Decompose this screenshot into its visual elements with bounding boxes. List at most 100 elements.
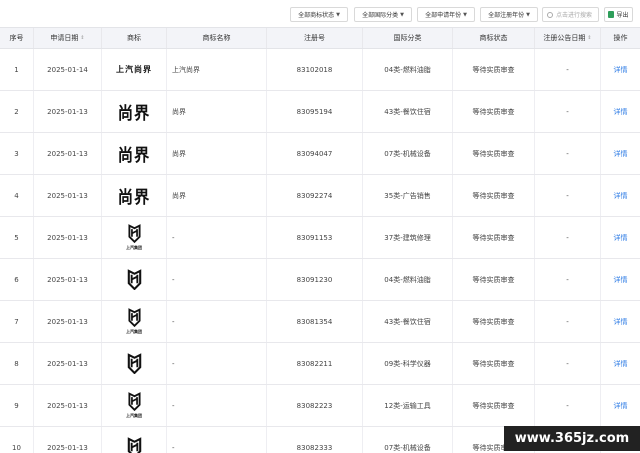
emblem-caption: 上汽集团 — [126, 328, 142, 334]
caret-down-icon: ▼ — [400, 11, 404, 18]
table-row: 2 2025-01-13 尚界 尚界 83095194 43类-餐饮住宿 等待实… — [0, 91, 640, 133]
cell-trademark[interactable]: 尚界 — [102, 175, 167, 216]
cell-registration-number: 83082211 — [267, 343, 363, 384]
cell-action: 详情 — [601, 91, 640, 132]
detail-link[interactable]: 详情 — [614, 191, 628, 201]
watermark: www.365jz.com — [504, 426, 640, 451]
cell-index: 5 — [0, 217, 34, 258]
cell-index: 3 — [0, 133, 34, 174]
cell-trademark-status: 等待实质审查 — [453, 133, 535, 174]
detail-link[interactable]: 详情 — [614, 107, 628, 117]
cell-action: 详情 — [601, 217, 640, 258]
emblem-icon — [126, 308, 143, 328]
cell-application-date: 2025-01-13 — [34, 217, 102, 258]
cell-trademark[interactable] — [102, 343, 167, 384]
cell-trademark[interactable]: 上汽集团 — [102, 301, 167, 342]
detail-link[interactable]: 详情 — [614, 149, 628, 159]
cell-application-date: 2025-01-13 — [34, 427, 102, 453]
cell-publication-date: - — [535, 91, 601, 132]
header-trademark-name: 商标名称 — [167, 28, 267, 48]
table-row: 4 2025-01-13 尚界 尚界 83092274 35类-广告销售 等待实… — [0, 175, 640, 217]
cell-publication-date: - — [535, 49, 601, 90]
cell-action: 详情 — [601, 343, 640, 384]
emblem-caption: 上汽集团 — [126, 244, 142, 250]
cell-trademark[interactable]: 尚界 — [102, 91, 167, 132]
cell-trademark[interactable]: 尚界 — [102, 133, 167, 174]
cell-international-class: 43类-餐饮住宿 — [363, 301, 453, 342]
cell-trademark-status: 等待实质审查 — [453, 91, 535, 132]
cell-action: 详情 — [601, 385, 640, 426]
table-row: 5 2025-01-13 上汽集团 - 83091153 37类-建筑修理 等待… — [0, 217, 640, 259]
cell-trademark[interactable]: 上汽集团 — [102, 385, 167, 426]
filter-label: 全部商标状态 — [298, 12, 335, 19]
detail-link[interactable]: 详情 — [614, 317, 628, 327]
cell-trademark[interactable]: 上汽尚界 — [102, 49, 167, 90]
emblem-icon — [126, 392, 143, 412]
cell-publication-date: - — [535, 133, 601, 174]
cell-publication-date: - — [535, 217, 601, 258]
table-row: 1 2025-01-14 上汽尚界 上汽尚界 83102018 04类-燃料油脂… — [0, 49, 640, 91]
search-input[interactable]: 点击进行搜索 — [542, 7, 599, 22]
header-registration-number: 注册号 — [267, 28, 363, 48]
detail-link[interactable]: 详情 — [614, 401, 628, 411]
cell-action: 详情 — [601, 259, 640, 300]
filter-label: 全部国际分类 — [362, 12, 399, 19]
cell-publication-date: - — [535, 259, 601, 300]
cell-index: 7 — [0, 301, 34, 342]
cell-action: 详情 — [601, 49, 640, 90]
detail-link[interactable]: 详情 — [614, 65, 628, 75]
emblem-icon — [125, 436, 144, 453]
trademark-logo: 上汽集团 — [126, 308, 143, 335]
header-action: 操作 — [613, 34, 628, 42]
detail-link[interactable]: 详情 — [614, 233, 628, 243]
trademark-logo: 尚界 — [117, 146, 151, 166]
table-row: 8 2025-01-13 - 83082211 09类-科学仪器 等待实质审查 … — [0, 343, 640, 385]
registration-year-filter[interactable]: 全部注册年份 ▼ — [480, 7, 538, 22]
cell-international-class: 09类-科学仪器 — [363, 343, 453, 384]
emblem-icon — [125, 268, 144, 291]
cell-index: 1 — [0, 49, 34, 90]
trademark-logo: 上汽集团 — [126, 392, 143, 419]
cell-application-date: 2025-01-13 — [34, 385, 102, 426]
detail-link[interactable]: 详情 — [614, 359, 628, 369]
cell-registration-number: 83095194 — [267, 91, 363, 132]
export-button[interactable]: 导出 — [604, 7, 633, 22]
cell-registration-number: 83091230 — [267, 259, 363, 300]
cell-trademark[interactable]: 上汽集团 — [102, 217, 167, 258]
header-application-date[interactable]: 申请日期 ⇕ — [34, 28, 102, 48]
table-row: 6 2025-01-13 - 83091230 04类-燃料油脂 等待实质审查 … — [0, 259, 640, 301]
excel-icon — [608, 11, 615, 18]
header-trademark: 商标 — [102, 28, 167, 48]
cell-trademark[interactable] — [102, 427, 167, 453]
cell-registration-number: 83091153 — [267, 217, 363, 258]
trademark-logo: 尚界 — [117, 104, 151, 124]
sort-icon: ⇕ — [587, 35, 592, 41]
cell-application-date: 2025-01-13 — [34, 301, 102, 342]
trademark-logo — [125, 268, 144, 291]
cell-index: 9 — [0, 385, 34, 426]
trademark-status-filter[interactable]: 全部商标状态 ▼ — [290, 7, 348, 22]
cell-publication-date: - — [535, 385, 601, 426]
header-index: 序号 — [0, 28, 34, 48]
cell-trademark-name: 上汽尚界 — [167, 49, 267, 90]
sort-icon: ⇕ — [80, 35, 85, 41]
trademark-logo: 上汽集团 — [126, 224, 143, 251]
cell-international-class: 35类-广告销售 — [363, 175, 453, 216]
filter-toolbar: 全部商标状态 ▼ 全部国际分类 ▼ 全部申请年份 ▼ 全部注册年份 ▼ 点击进行搜索 导… — [0, 7, 640, 23]
cell-trademark-status: 等待实质审查 — [453, 175, 535, 216]
international-class-filter[interactable]: 全部国际分类 ▼ — [354, 7, 412, 22]
emblem-icon — [125, 352, 144, 375]
cell-trademark-name: 尚界 — [167, 91, 267, 132]
cell-action: 详情 — [601, 301, 640, 342]
search-placeholder: 点击进行搜索 — [556, 12, 593, 19]
detail-link[interactable]: 详情 — [614, 275, 628, 285]
cell-registration-number: 83102018 — [267, 49, 363, 90]
application-year-filter[interactable]: 全部申请年份 ▼ — [417, 7, 475, 22]
export-label: 导出 — [616, 12, 629, 19]
cell-index: 10 — [0, 427, 34, 453]
header-publication-date[interactable]: 注册公告日期 ⇕ — [535, 28, 601, 48]
cell-trademark[interactable] — [102, 259, 167, 300]
cell-trademark-name: - — [167, 385, 267, 426]
table-header: 序号 申请日期 ⇕ 商标 商标名称 注册号 国际分类 商标状态 注册公告日期 ⇕ 操… — [0, 27, 640, 49]
cell-trademark-status: 等待实质审查 — [453, 259, 535, 300]
